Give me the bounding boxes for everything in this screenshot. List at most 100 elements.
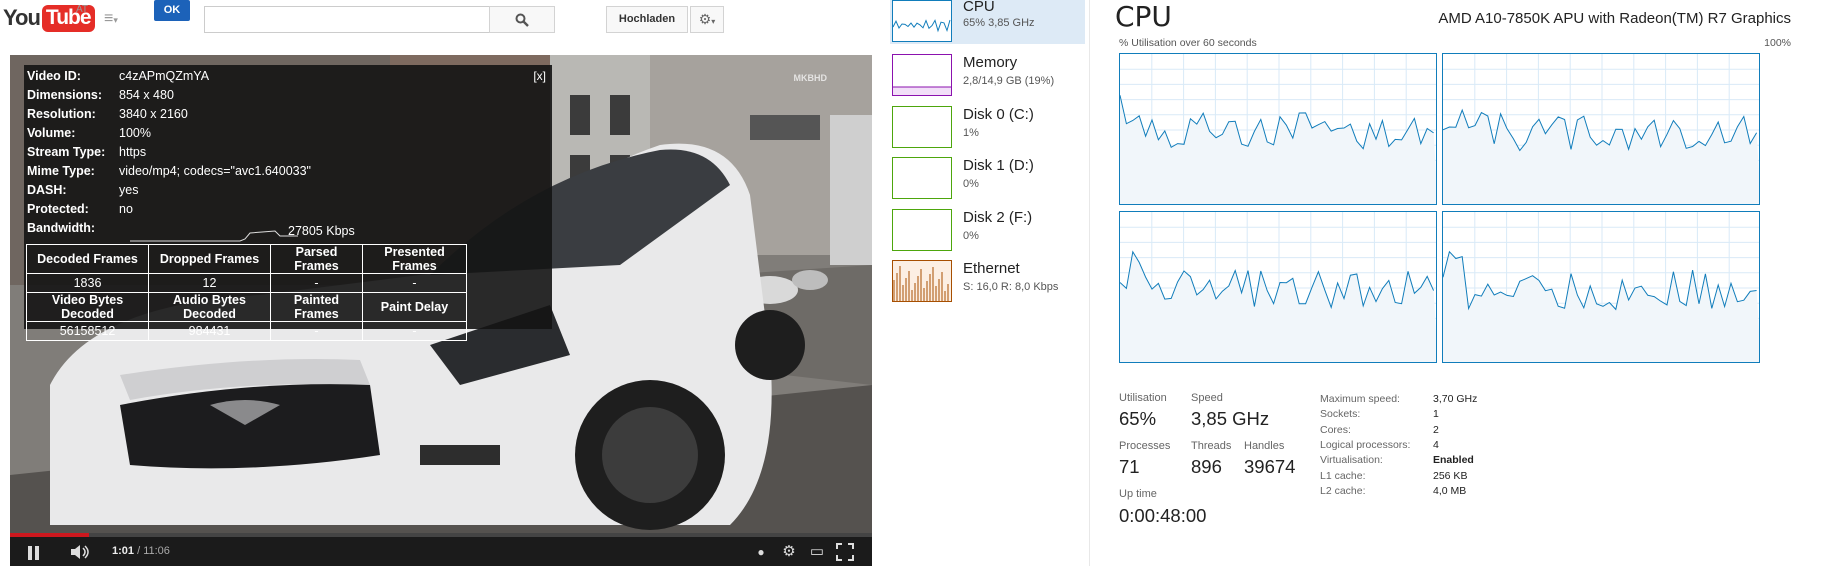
info-icon[interactable]: ●	[752, 543, 770, 561]
stats-for-nerds-panel: [x] Video ID: c4zAPmQZmYA Dimensions: 854 x…	[24, 65, 552, 341]
spec-value: 2	[1433, 423, 1439, 436]
table-header-cell: Audio Bytes Decoded	[148, 292, 271, 322]
chevron-down-icon: ▾	[711, 17, 716, 26]
ok-button[interactable]: OK	[154, 0, 190, 21]
sidebar-thumbnail-graph	[892, 0, 952, 42]
sidebar-thumbnail-graph	[892, 54, 952, 96]
time-display: 1:01 / 11:06	[112, 545, 170, 557]
stat-key: Mime Type:	[27, 164, 95, 178]
stat-key: Protected:	[27, 202, 89, 216]
spec-label: L1 cache:	[1320, 469, 1366, 482]
sidebar-item-value: 2,8/14,9 GB (19%)	[963, 75, 1055, 87]
search-button[interactable]	[489, 6, 555, 33]
stat-row: Stream Type: https	[27, 143, 146, 161]
bandwidth-value: 27805 Kbps	[288, 224, 355, 238]
cpu-core-graph	[1119, 211, 1437, 363]
volume-icon[interactable]	[70, 544, 92, 560]
table-cell: -	[362, 273, 467, 293]
progress-fill	[10, 533, 90, 537]
spec-value: Enabled	[1433, 454, 1474, 467]
video-player[interactable]: MKBHD [x] Video ID: c4zAPmQZmYA Dimensions…	[10, 55, 872, 566]
bandwidth-graph	[130, 230, 298, 242]
stat-key: Dimensions:	[27, 88, 103, 102]
processes-label: Processes	[1119, 440, 1171, 452]
sidebar-item-disk-1-d[interactable]: Disk 1 (D:) 0%	[890, 153, 1085, 211]
table-header-row: Video Bytes Decoded Audio Bytes Decoded …	[26, 292, 467, 322]
fullscreen-icon[interactable]	[836, 543, 854, 561]
table-header-cell: Presented Frames	[362, 244, 467, 274]
sidebar-item-value: 1%	[963, 127, 979, 139]
spec-label: Maximum speed:	[1320, 393, 1400, 405]
sidebar-item-disk-2-f[interactable]: Disk 2 (F:) 0%	[890, 205, 1085, 263]
sidebar-item-value: 0%	[963, 178, 979, 190]
cpu-model-name: AMD A10-7850K APU with Radeon(TM) R7 Gra…	[1438, 10, 1791, 27]
sidebar-item-label: Memory	[963, 54, 1018, 71]
pause-icon[interactable]	[26, 545, 42, 561]
spec-label: Cores:	[1320, 423, 1351, 436]
search-input[interactable]	[204, 6, 489, 33]
gear-icon[interactable]: ⚙	[780, 543, 798, 561]
sidebar-item-cpu[interactable]: CPU 65% 3,85 GHz	[890, 0, 1085, 44]
spec-value: 3,70 GHz	[1433, 393, 1478, 405]
page-title: CPU	[1115, 0, 1172, 33]
table-cell: -	[270, 273, 363, 293]
player-controls: 1:01 / 11:06 ● ⚙ ▭	[10, 533, 872, 566]
stat-row: Dimensions: 854 x 480	[27, 86, 174, 104]
sidebar-item-value: 0%	[963, 230, 979, 242]
stat-key: Bandwidth:	[27, 221, 96, 235]
uptime-label: Up time	[1119, 488, 1157, 500]
stat-key: DASH:	[27, 183, 67, 197]
stat-row: Protected: no	[27, 200, 133, 218]
speed-label: Speed	[1191, 392, 1223, 404]
upload-button[interactable]: Hochladen	[606, 6, 688, 33]
spec-label: L2 cache:	[1320, 484, 1366, 497]
duration: 11:06	[143, 545, 170, 557]
settings-menu-button[interactable]: ⚙▾	[690, 6, 724, 33]
stat-row: Resolution: 3840 x 2160	[27, 105, 188, 123]
spec-value: 4,0 MB	[1433, 484, 1467, 497]
graph-max-label: 100%	[1764, 37, 1791, 49]
stat-key: Stream Type:	[27, 145, 106, 159]
gear-icon: ⚙	[698, 11, 712, 27]
sidebar-item-memory[interactable]: Memory 2,8/14,9 GB (19%)	[890, 50, 1085, 108]
stat-value: 854 x 480	[119, 88, 174, 102]
video-frame[interactable]: MKBHD [x] Video ID: c4zAPmQZmYA Dimensions…	[10, 55, 872, 533]
frames-table: Decoded Frames Dropped Frames Parsed Fra…	[26, 244, 467, 341]
threads-value: 896	[1191, 456, 1222, 477]
sidebar-thumbnail-graph	[892, 209, 952, 251]
spec-value: 256 KB	[1433, 469, 1468, 482]
stat-value: 3840 x 2160	[119, 107, 188, 121]
table-header-cell: Video Bytes Decoded	[26, 292, 149, 322]
stat-row: Mime Type: video/mp4; codecs="avc1.640033…	[27, 162, 311, 180]
guide-menu-icon[interactable]: ≡▾	[104, 11, 130, 27]
handles-value: 39674	[1244, 456, 1296, 477]
sidebar-item-ethernet[interactable]: Ethernet S: 16,0 R: 8,0 Kbps	[890, 256, 1085, 314]
spec-value: 1	[1433, 408, 1439, 421]
stat-value: https	[119, 145, 147, 159]
spec-value: 4	[1433, 438, 1439, 451]
speed-value: 3,85 GHz	[1191, 408, 1270, 429]
stat-row: DASH: yes	[27, 181, 138, 199]
cpu-core-graph	[1442, 211, 1760, 363]
sidebar-thumbnail-graph	[892, 157, 952, 199]
theater-mode-icon[interactable]: ▭	[808, 543, 826, 561]
stat-key: Video ID:	[27, 69, 81, 83]
table-cell: 1836	[26, 273, 149, 293]
sidebar-item-value: 65% 3,85 GHz	[963, 17, 1035, 29]
table-cell: 12	[148, 273, 271, 293]
stat-row: Video ID: c4zAPmQZmYA	[27, 67, 209, 85]
table-row: 56158512 984431 - -	[26, 321, 467, 341]
progress-bar[interactable]	[10, 533, 872, 537]
country-code: AT	[76, 4, 89, 15]
sidebar-item-disk-0-c[interactable]: Disk 0 (C:) 1%	[890, 102, 1085, 160]
uptime-value: 0:00:48:00	[1119, 505, 1207, 526]
sidebar-item-label: Disk 1 (D:)	[963, 157, 1034, 174]
sidebar-item-label: CPU	[963, 0, 995, 15]
threads-label: Threads	[1191, 440, 1232, 452]
stat-key: Resolution:	[27, 107, 96, 121]
search-icon	[515, 13, 529, 27]
table-header-cell: Dropped Frames	[148, 244, 271, 274]
stats-close-button[interactable]: [x]	[533, 69, 546, 83]
cpu-core-graph	[1442, 53, 1760, 205]
utilisation-value: 65%	[1119, 408, 1157, 429]
